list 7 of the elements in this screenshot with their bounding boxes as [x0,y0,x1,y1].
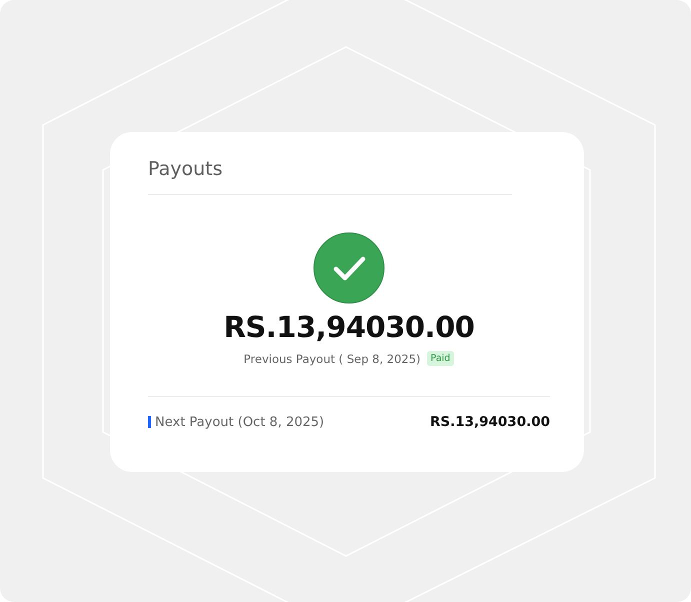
card-title: Payouts [148,158,223,180]
next-payout-label: Next Payout (Oct 8, 2025) [155,414,324,430]
paid-status-badge: Paid [426,351,454,366]
previous-payout-label: Previous Payout ( Sep 8, 2025) [244,352,421,366]
next-payout-amount: RS.13,94030.00 [430,414,550,430]
accent-marker [148,416,151,428]
payout-amount: RS.13,94030.00 [224,310,474,344]
